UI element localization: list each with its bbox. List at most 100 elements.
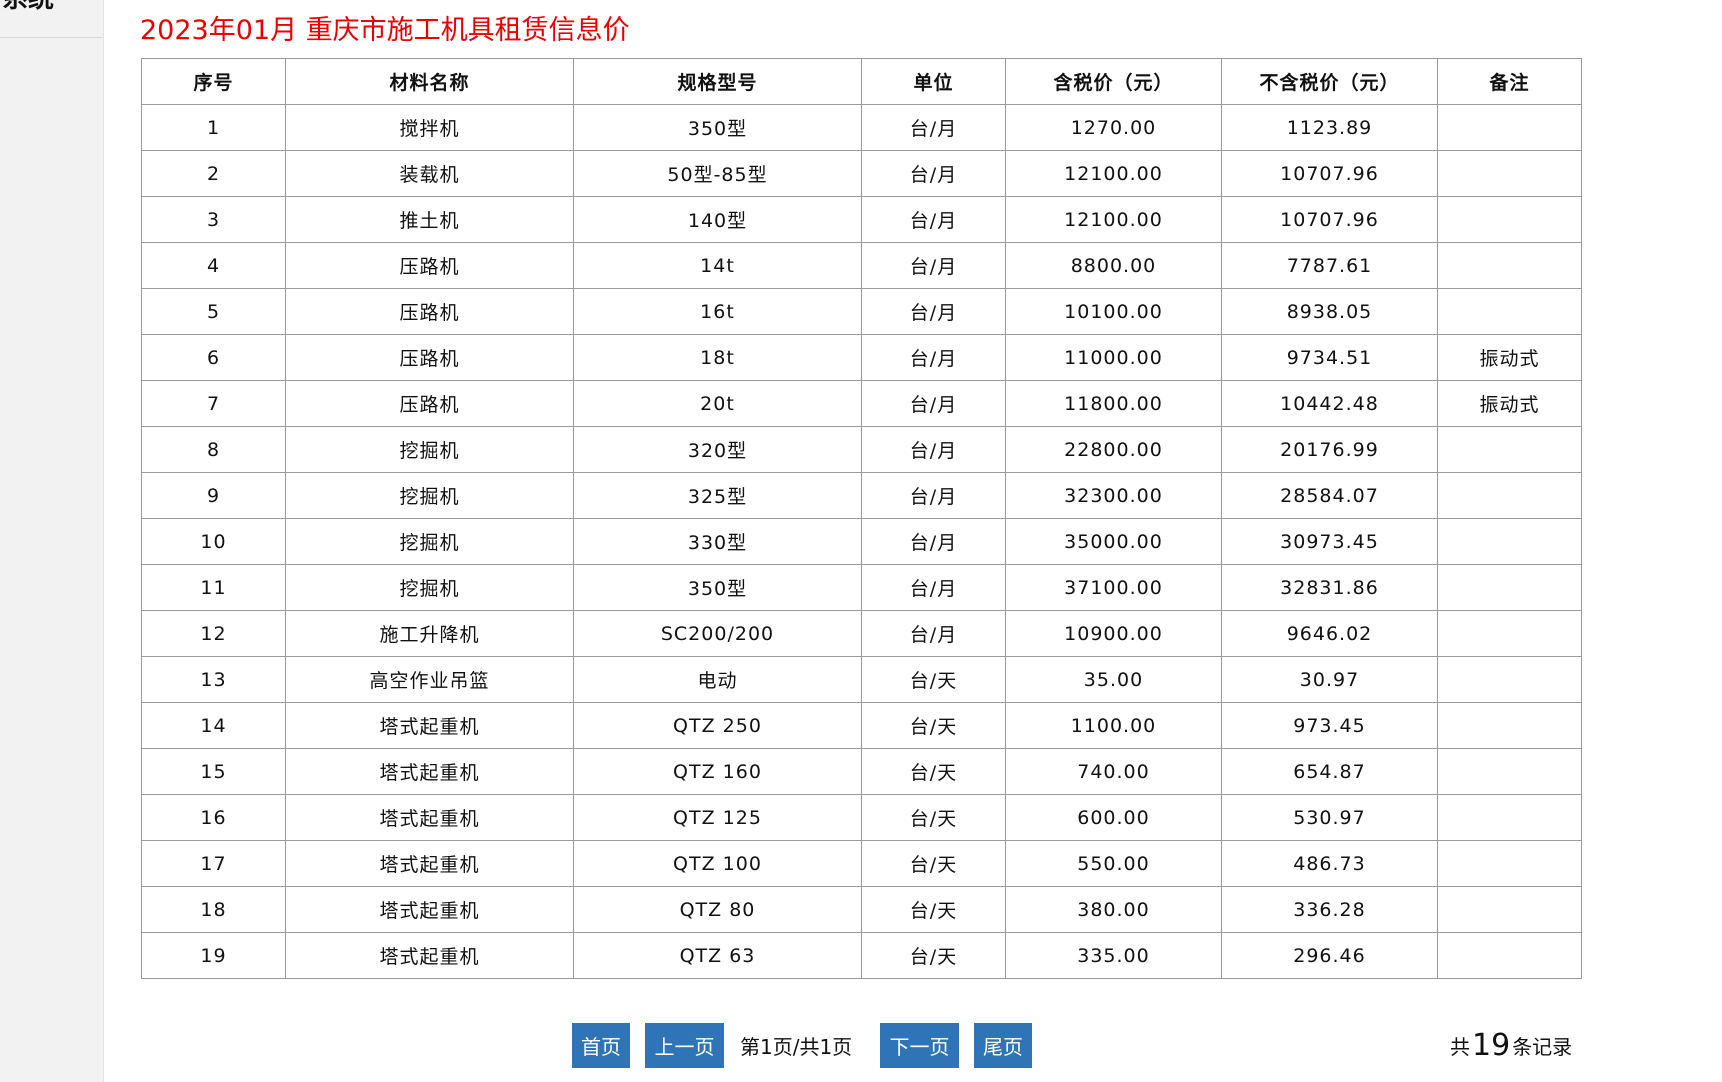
table-header-row: 序号 材料名称 规格型号 单位 含税价（元） 不含税价（元） 备注 (141, 58, 1582, 105)
cell-price-with-tax: 10100.00 (1005, 288, 1222, 335)
cell-material-name: 塔式起重机 (285, 794, 574, 841)
cell-price-without-tax: 28584.07 (1221, 472, 1438, 519)
cell-unit: 台/月 (861, 242, 1006, 289)
cell-spec-model: 14t (573, 242, 862, 289)
cell-unit: 台/月 (861, 518, 1006, 565)
cell-price-without-tax: 973.45 (1221, 702, 1438, 749)
cell-remark (1437, 794, 1582, 841)
cell-material-name: 塔式起重机 (285, 702, 574, 749)
cell-price-without-tax: 8938.05 (1221, 288, 1438, 335)
cell-index: 5 (141, 288, 286, 335)
cell-material-name: 高空作业吊篮 (285, 656, 574, 703)
cell-unit: 台/月 (861, 150, 1006, 197)
table-row: 7 压路机 20t 台/月 11800.00 10442.48 振动式 (141, 380, 1582, 427)
cell-remark (1437, 196, 1582, 243)
table-row: 11 挖掘机 350型 台/月 37100.00 32831.86 (141, 564, 1582, 611)
cell-material-name: 压路机 (285, 380, 574, 427)
cell-unit: 台/天 (861, 748, 1006, 795)
total-count: 19 (1472, 1028, 1511, 1063)
table-row: 17 塔式起重机 QTZ 100 台/天 550.00 486.73 (141, 840, 1582, 887)
cell-spec-model: QTZ 80 (573, 886, 862, 933)
cell-price-without-tax: 32831.86 (1221, 564, 1438, 611)
cell-price-without-tax: 7787.61 (1221, 242, 1438, 289)
total-prefix: 共 (1450, 1035, 1470, 1059)
cell-price-with-tax: 1270.00 (1005, 104, 1222, 151)
table-row: 1 搅拌机 350型 台/月 1270.00 1123.89 (141, 104, 1582, 151)
cell-material-name: 压路机 (285, 242, 574, 289)
table-row: 18 塔式起重机 QTZ 80 台/天 380.00 336.28 (141, 886, 1582, 933)
cell-material-name: 压路机 (285, 288, 574, 335)
cell-spec-model: 350型 (573, 104, 862, 151)
cell-price-with-tax: 35.00 (1005, 656, 1222, 703)
cell-material-name: 塔式起重机 (285, 932, 574, 979)
cell-material-name: 塔式起重机 (285, 748, 574, 795)
cell-material-name: 塔式起重机 (285, 840, 574, 887)
cell-spec-model: QTZ 100 (573, 840, 862, 887)
cell-price-with-tax: 335.00 (1005, 932, 1222, 979)
cell-index: 1 (141, 104, 286, 151)
sidebar: 系统 (0, 0, 104, 1082)
cell-price-with-tax: 600.00 (1005, 794, 1222, 841)
cell-price-without-tax: 10442.48 (1221, 380, 1438, 427)
cell-unit: 台/天 (861, 932, 1006, 979)
cell-spec-model: 325型 (573, 472, 862, 519)
cell-material-name: 装载机 (285, 150, 574, 197)
cell-price-with-tax: 22800.00 (1005, 426, 1222, 473)
cell-unit: 台/天 (861, 656, 1006, 703)
cell-spec-model: QTZ 63 (573, 932, 862, 979)
cell-spec-model: QTZ 160 (573, 748, 862, 795)
cell-price-with-tax: 37100.00 (1005, 564, 1222, 611)
cell-unit: 台/月 (861, 334, 1006, 381)
cell-remark (1437, 564, 1582, 611)
cell-price-with-tax: 10900.00 (1005, 610, 1222, 657)
cell-remark (1437, 150, 1582, 197)
cell-spec-model: QTZ 125 (573, 794, 862, 841)
cell-material-name: 挖掘机 (285, 472, 574, 519)
table-row: 6 压路机 18t 台/月 11000.00 9734.51 振动式 (141, 334, 1582, 381)
cell-index: 18 (141, 886, 286, 933)
cell-index: 6 (141, 334, 286, 381)
cell-price-without-tax: 9734.51 (1221, 334, 1438, 381)
header-price-without-tax: 不含税价（元） (1221, 58, 1438, 105)
cell-material-name: 挖掘机 (285, 426, 574, 473)
last-page-button[interactable]: 尾页 (974, 1023, 1032, 1068)
cell-index: 14 (141, 702, 286, 749)
cell-remark: 振动式 (1437, 334, 1582, 381)
cell-remark (1437, 656, 1582, 703)
cell-unit: 台/天 (861, 840, 1006, 887)
cell-index: 17 (141, 840, 286, 887)
cell-unit: 台/天 (861, 702, 1006, 749)
cell-remark: 振动式 (1437, 380, 1582, 427)
table-row: 14 塔式起重机 QTZ 250 台/天 1100.00 973.45 (141, 702, 1582, 749)
prev-page-button[interactable]: 上一页 (645, 1023, 724, 1068)
cell-price-with-tax: 12100.00 (1005, 150, 1222, 197)
cell-material-name: 挖掘机 (285, 518, 574, 565)
cell-index: 13 (141, 656, 286, 703)
cell-index: 3 (141, 196, 286, 243)
cell-remark (1437, 886, 1582, 933)
table-row: 19 塔式起重机 QTZ 63 台/天 335.00 296.46 (141, 932, 1582, 979)
cell-index: 10 (141, 518, 286, 565)
table-row: 8 挖掘机 320型 台/月 22800.00 20176.99 (141, 426, 1582, 473)
cell-price-with-tax: 12100.00 (1005, 196, 1222, 243)
cell-spec-model: 50型-85型 (573, 150, 862, 197)
cell-price-without-tax: 530.97 (1221, 794, 1438, 841)
first-page-button[interactable]: 首页 (572, 1023, 630, 1068)
cell-unit: 台/月 (861, 288, 1006, 335)
cell-price-without-tax: 30.97 (1221, 656, 1438, 703)
cell-spec-model: 18t (573, 334, 862, 381)
cell-unit: 台/月 (861, 564, 1006, 611)
table-row: 10 挖掘机 330型 台/月 35000.00 30973.45 (141, 518, 1582, 565)
table-row: 15 塔式起重机 QTZ 160 台/天 740.00 654.87 (141, 748, 1582, 795)
cell-price-without-tax: 30973.45 (1221, 518, 1438, 565)
header-remark: 备注 (1437, 58, 1582, 105)
cell-price-with-tax: 11000.00 (1005, 334, 1222, 381)
cell-remark (1437, 518, 1582, 565)
cell-material-name: 压路机 (285, 334, 574, 381)
cell-remark (1437, 748, 1582, 795)
next-page-button[interactable]: 下一页 (880, 1023, 959, 1068)
table-row: 5 压路机 16t 台/月 10100.00 8938.05 (141, 288, 1582, 335)
price-table: 序号 材料名称 规格型号 单位 含税价（元） 不含税价（元） 备注 1 搅拌机 35… (141, 58, 1582, 979)
page-title: 2023年01月 重庆市施工机具租赁信息价 (140, 15, 630, 46)
cell-price-without-tax: 336.28 (1221, 886, 1438, 933)
